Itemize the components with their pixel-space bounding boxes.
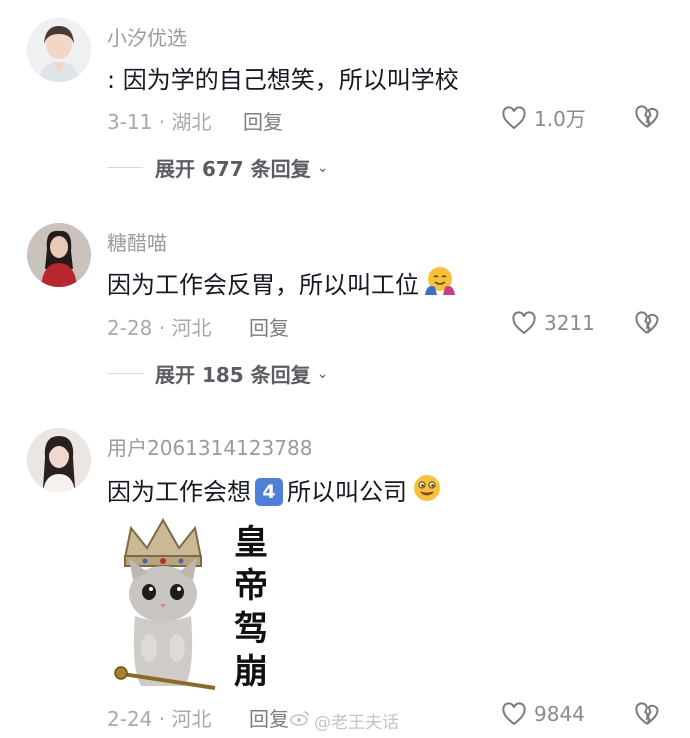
heart-outline-icon: [510, 309, 538, 337]
like-button[interactable]: 9844: [500, 700, 585, 728]
sticker-caption: 皇帝驾崩: [234, 523, 268, 692]
heart-outline-icon: [500, 700, 528, 728]
chevron-down-icon: ⌄: [316, 159, 329, 176]
username[interactable]: 小汐优选: [107, 22, 187, 51]
avatar[interactable]: [27, 223, 91, 287]
dislike-button[interactable]: [633, 700, 661, 728]
like-button[interactable]: 3211: [510, 309, 595, 337]
dislike-button[interactable]: [633, 309, 661, 337]
comment-text: 因为工作会想 4 所以叫公司: [107, 472, 443, 510]
drooling-face-emoji-icon: [411, 472, 443, 510]
crowned-cat-icon: [114, 517, 216, 690]
expand-replies-button[interactable]: 展开 677 条回复 ⌄: [107, 153, 328, 182]
weibo-logo-icon: [290, 710, 310, 731]
comment-text: 因为工作会反胃，所以叫工位: [107, 265, 457, 303]
avatar[interactable]: [27, 428, 91, 492]
expand-label: 展开 185 条回复: [155, 363, 311, 387]
like-count: 9844: [534, 702, 585, 726]
chevron-down-icon: ⌄: [316, 365, 329, 382]
broken-heart-icon: [633, 103, 661, 131]
like-button[interactable]: 1.0万: [500, 103, 586, 132]
heart-outline-icon: [500, 104, 528, 132]
username[interactable]: 用户2061314123788: [107, 432, 312, 461]
expand-label: 展开 677 条回复: [155, 157, 311, 181]
divider: [107, 167, 143, 168]
like-count: 3211: [544, 311, 595, 335]
comment-text-after: 所以叫公司: [287, 478, 407, 506]
divider: [107, 373, 143, 374]
reply-button[interactable]: 回复: [249, 312, 289, 341]
reply-button[interactable]: 回复: [243, 106, 283, 135]
expand-replies-button[interactable]: 展开 185 条回复 ⌄: [107, 359, 328, 388]
date-location: 2-28 · 河北: [107, 316, 212, 340]
watermark: @老王夫话: [290, 708, 399, 733]
hug-emoji-icon: [423, 265, 457, 303]
dislike-button[interactable]: [633, 103, 661, 131]
comment-text-content: 因为工作会反胃，所以叫工位: [107, 271, 419, 299]
comment-text-before: 因为工作会想: [107, 478, 251, 506]
comment-text: : 因为学的自己想笑，所以叫学校: [107, 66, 459, 94]
like-count: 1.0万: [534, 107, 586, 131]
date-location: 2-24 · 河北: [107, 707, 212, 731]
watermark-text: @老王夫话: [314, 713, 399, 733]
reply-button[interactable]: 回复: [249, 703, 289, 732]
date-location: 3-11 · 湖北: [107, 110, 212, 134]
username[interactable]: 糖醋喵: [107, 227, 167, 256]
keycap-digit: 4: [255, 478, 283, 506]
broken-heart-icon: [633, 700, 661, 728]
sticker-image[interactable]: 皇帝驾崩: [107, 517, 283, 696]
broken-heart-icon: [633, 309, 661, 337]
avatar[interactable]: [27, 18, 91, 82]
